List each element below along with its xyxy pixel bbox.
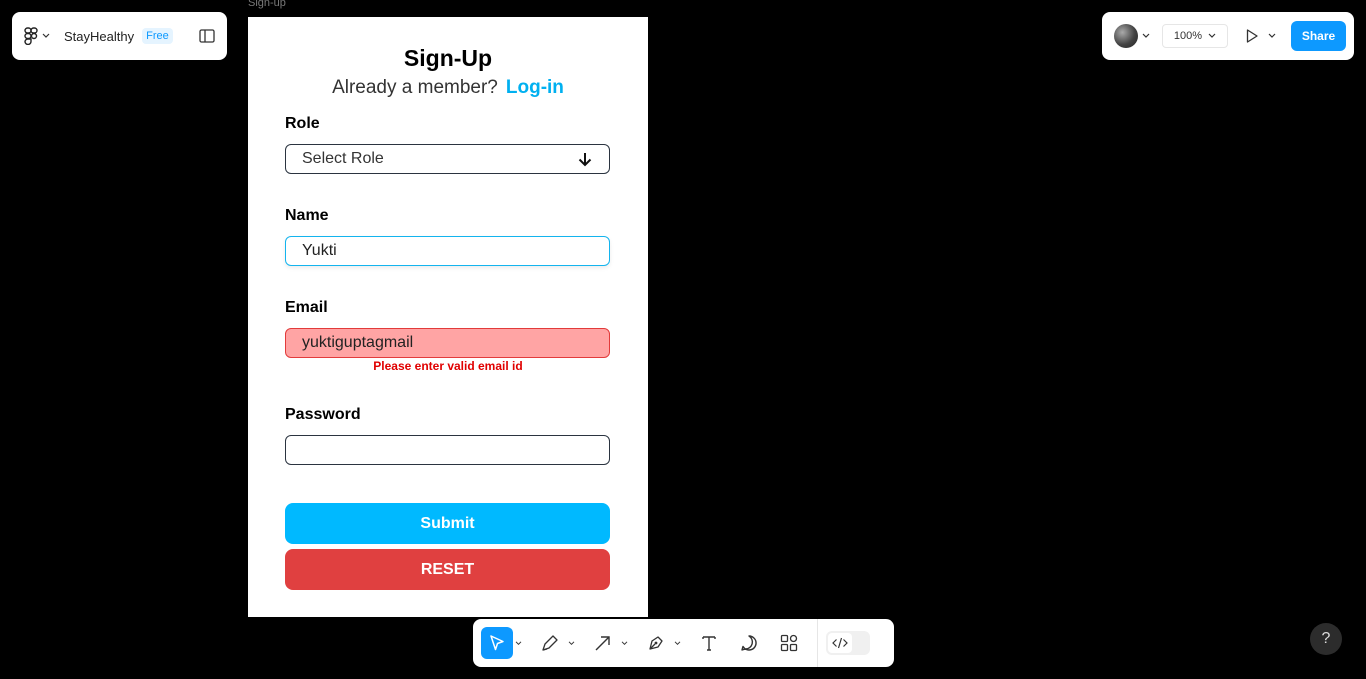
avatar-menu-chevron[interactable] xyxy=(1142,33,1150,39)
toolbar-divider xyxy=(817,619,818,667)
zoom-value: 100% xyxy=(1173,30,1203,42)
email-error-message: Please enter valid email id xyxy=(373,359,523,373)
chevron-down-icon xyxy=(621,640,628,645)
text-icon xyxy=(702,636,716,651)
signup-frame: Sign-Up Already a member? Log-in Role Sel… xyxy=(248,17,648,617)
role-label: Role xyxy=(285,115,320,132)
email-label: Email xyxy=(285,299,328,316)
figma-logo-icon xyxy=(24,27,38,45)
password-label: Password xyxy=(285,406,361,423)
comment-tool[interactable] xyxy=(733,627,765,659)
reset-button[interactable]: RESET xyxy=(285,549,610,590)
help-button[interactable]: ? xyxy=(1310,623,1342,655)
sidebar-icon xyxy=(199,29,215,43)
sidebar-toggle-button[interactable] xyxy=(199,29,215,43)
email-field-value: yuktiguptagmail xyxy=(302,334,414,351)
play-icon xyxy=(1246,29,1258,43)
dev-mode-toggle[interactable] xyxy=(826,631,870,655)
name-field-value: Yukti xyxy=(302,242,337,259)
chevron-down-icon xyxy=(42,33,50,38)
password-field[interactable] xyxy=(285,435,610,465)
page-title: Sign-Up xyxy=(403,45,493,71)
chevron-down-icon xyxy=(674,640,681,645)
pencil-tool[interactable] xyxy=(534,627,566,659)
pen-icon xyxy=(649,636,663,650)
project-name[interactable]: StayHealthy xyxy=(64,29,134,44)
avatar[interactable] xyxy=(1114,24,1138,48)
role-select-placeholder: Select Role xyxy=(302,150,384,167)
name-field[interactable]: Yukti xyxy=(285,236,610,266)
chevron-down-icon xyxy=(568,640,575,645)
present-button[interactable] xyxy=(1246,29,1276,43)
pencil-icon xyxy=(542,635,558,651)
top-right-panel: 100% Share xyxy=(1102,12,1354,60)
comment-icon xyxy=(741,635,757,651)
arrow-down-icon xyxy=(578,153,592,167)
chevron-down-icon xyxy=(1268,33,1276,38)
zoom-dropdown[interactable]: 100% xyxy=(1162,24,1228,48)
arrow-tool-menu[interactable] xyxy=(621,627,628,659)
login-prompt: Already a member? Log-in xyxy=(248,77,648,99)
login-prompt-text: Already a member? xyxy=(332,77,498,98)
plan-badge[interactable]: Free xyxy=(142,28,173,44)
move-tool[interactable] xyxy=(481,627,513,659)
chevron-down-icon xyxy=(515,640,522,645)
chevron-down-icon xyxy=(1208,33,1216,38)
name-label: Name xyxy=(285,207,329,224)
role-select[interactable]: Select Role xyxy=(285,144,610,174)
code-icon xyxy=(832,637,848,649)
arrow-icon xyxy=(595,636,610,651)
text-tool[interactable] xyxy=(693,627,725,659)
pen-tool[interactable] xyxy=(640,627,672,659)
email-field[interactable]: yuktiguptagmail xyxy=(285,328,610,358)
file-panel: StayHealthy Free xyxy=(12,12,227,60)
chevron-down-icon xyxy=(1142,33,1150,38)
dev-mode-knob xyxy=(828,633,852,653)
share-button[interactable]: Share xyxy=(1291,21,1346,51)
widgets-icon xyxy=(780,634,798,652)
pen-tool-menu[interactable] xyxy=(674,627,681,659)
move-tool-menu[interactable] xyxy=(515,627,522,659)
login-link[interactable]: Log-in xyxy=(506,77,564,98)
cursor-icon xyxy=(490,635,504,651)
submit-button[interactable]: Submit xyxy=(285,503,610,544)
arrow-tool[interactable] xyxy=(587,627,619,659)
frame-label[interactable]: Sign-up xyxy=(248,0,286,9)
pencil-tool-menu[interactable] xyxy=(568,627,575,659)
main-menu-button[interactable] xyxy=(24,27,50,45)
bottom-toolbar xyxy=(473,619,894,667)
widgets-tool[interactable] xyxy=(773,627,805,659)
